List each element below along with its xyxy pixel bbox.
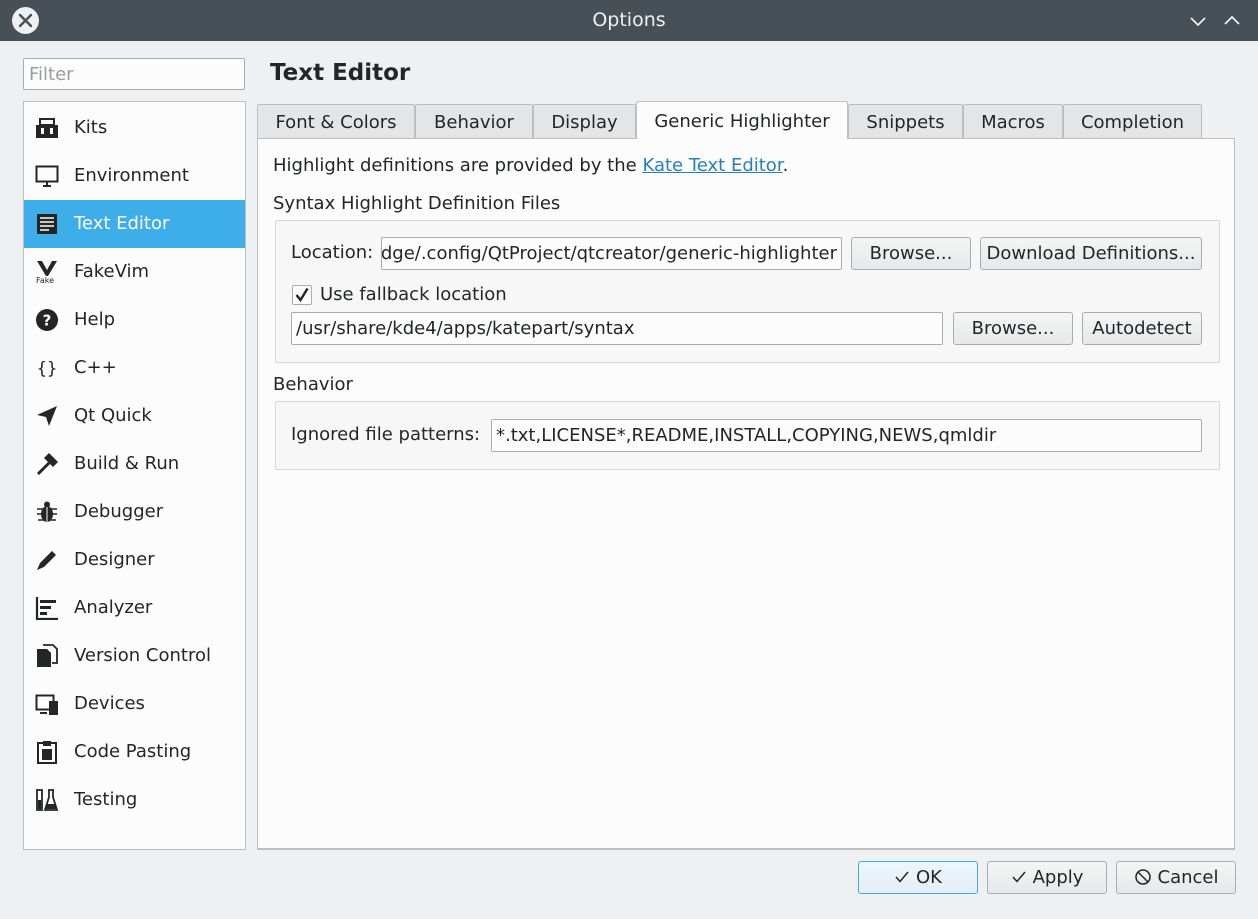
sidebar-item-label: Designer	[74, 549, 155, 570]
autodetect-button[interactable]: Autodetect	[1082, 312, 1202, 345]
sidebar-item-label: Build & Run	[74, 453, 180, 474]
maximize-button[interactable]	[1220, 9, 1244, 33]
sidebar-item-build-run[interactable]: Build & Run	[24, 440, 245, 488]
sidebar-item-label: Kits	[74, 117, 108, 138]
version-control-icon	[37, 644, 58, 667]
syntax-group-title: Syntax Highlight Definition Files	[273, 193, 561, 214]
sidebar-item-label: Code Pasting	[74, 741, 192, 762]
text-editor-icon	[37, 214, 57, 234]
sidebar-item-help[interactable]: ? Help	[24, 296, 245, 344]
title-bar: Options	[0, 0, 1258, 41]
fallback-checkbox[interactable]	[292, 285, 312, 305]
cancel-label: Cancel	[1157, 867, 1219, 888]
sidebar-item-label: Testing	[74, 789, 138, 810]
kits-icon	[36, 118, 58, 138]
qtquick-icon	[37, 406, 57, 426]
hammer-icon	[36, 453, 58, 476]
fallback-location-field[interactable]: /usr/share/kde4/apps/katepart/syntax	[291, 312, 943, 345]
location-label: Location:	[291, 242, 374, 263]
sidebar-item-devices[interactable]: Devices	[24, 680, 245, 728]
sidebar-item-fakevim[interactable]: Fake FakeVim	[24, 248, 245, 296]
filter-input[interactable]	[24, 59, 234, 89]
sidebar-item-label: C++	[74, 357, 117, 378]
ignored-patterns-field[interactable]: *.txt,LICENSE*,README,INSTALL,COPYING,NE…	[491, 419, 1202, 452]
sidebar-item-label: Environment	[74, 165, 189, 186]
sidebar-item-text-editor[interactable]: Text Editor	[24, 200, 245, 248]
sidebar-item-qt-quick[interactable]: Qt Quick	[24, 392, 245, 440]
sidebar-item-label: Debugger	[74, 501, 164, 522]
intro-prefix: Highlight definitions are provided by th…	[273, 155, 643, 176]
check-icon	[1012, 871, 1026, 883]
tab-macros[interactable]: Macros	[963, 104, 1063, 138]
sidebar-item-label: Devices	[74, 693, 145, 714]
sidebar-item-analyzer[interactable]: Analyzer	[24, 584, 245, 632]
svg-text:{}: {}	[37, 359, 57, 379]
tab-snippets[interactable]: Snippets	[848, 104, 963, 138]
kate-link[interactable]: Kate Text Editor	[642, 155, 782, 176]
sidebar-item-label: Text Editor	[74, 213, 170, 234]
sidebar-item-label: Help	[74, 309, 116, 330]
devices-icon	[35, 694, 58, 715]
intro-suffix: .	[782, 155, 789, 176]
minimize-button[interactable]	[1186, 9, 1210, 33]
sidebar-item-code-pasting[interactable]: Code Pasting	[24, 728, 245, 776]
cancel-button[interactable]: Cancel	[1116, 861, 1236, 894]
category-sidebar: Kits Environment Text Editor Fake FakeVi…	[23, 101, 246, 850]
tab-completion[interactable]: Completion	[1063, 104, 1202, 138]
sidebar-item-cpp[interactable]: {} C++	[24, 344, 245, 392]
location-field[interactable]: /home/dge/.config/QtProject/qtcreator/ge…	[381, 237, 842, 270]
help-icon: ?	[36, 309, 58, 331]
tab-behavior[interactable]: Behavior	[415, 104, 533, 138]
page-title: Text Editor	[270, 60, 411, 86]
sidebar-item-label: Analyzer	[74, 597, 153, 618]
monitor-icon	[35, 165, 59, 187]
bug-icon	[37, 501, 57, 522]
braces-icon: {}	[37, 359, 57, 379]
tab-display[interactable]: Display	[533, 104, 636, 138]
tab-generic-highlighter[interactable]: Generic Highlighter	[636, 101, 848, 139]
pen-icon	[37, 551, 56, 570]
window-title: Options	[592, 9, 666, 31]
intro-text: Highlight definitions are provided by th…	[273, 155, 788, 176]
clipboard-icon	[37, 741, 57, 764]
apply-button[interactable]: Apply	[987, 861, 1107, 894]
tab-font-colors[interactable]: Font & Colors	[257, 104, 415, 138]
sidebar-item-environment[interactable]: Environment	[24, 152, 245, 200]
apply-label: Apply	[1032, 867, 1084, 888]
sidebar-item-label: FakeVim	[74, 261, 150, 282]
analyzer-icon	[35, 597, 58, 620]
behavior-group-title: Behavior	[273, 374, 353, 395]
sidebar-item-designer[interactable]: Designer	[24, 536, 245, 584]
fallback-label[interactable]: Use fallback location	[320, 284, 507, 305]
location-value: /home/dge/.config/QtProject/qtcreator/ge…	[381, 243, 837, 264]
ignored-patterns-label: Ignored file patterns:	[291, 424, 481, 445]
sidebar-item-label: Version Control	[74, 645, 211, 666]
checkmark-icon	[295, 287, 309, 303]
flask-icon	[36, 789, 59, 811]
svg-text:Fake: Fake	[36, 276, 54, 284]
sidebar-item-debugger[interactable]: Debugger	[24, 488, 245, 536]
sidebar-item-testing[interactable]: Testing	[24, 776, 245, 824]
divider	[257, 849, 1235, 850]
browse-button[interactable]: Browse...	[851, 237, 971, 270]
chevron-up-icon	[1224, 15, 1240, 25]
sidebar-item-kits[interactable]: Kits	[24, 104, 245, 152]
sidebar-item-label: Qt Quick	[74, 405, 152, 426]
chevron-down-icon	[1190, 17, 1206, 27]
filter-field[interactable]	[23, 58, 245, 90]
fakevim-icon: Fake	[36, 261, 57, 284]
sidebar-item-version-control[interactable]: Version Control	[24, 632, 245, 680]
ok-button[interactable]: OK	[858, 861, 978, 894]
download-definitions-button[interactable]: Download Definitions...	[980, 237, 1202, 270]
cancel-icon	[1134, 868, 1151, 885]
svg-text:?: ?	[43, 312, 52, 330]
check-icon	[895, 871, 909, 883]
browse-fallback-button[interactable]: Browse...	[953, 312, 1073, 345]
ok-label: OK	[916, 867, 942, 888]
